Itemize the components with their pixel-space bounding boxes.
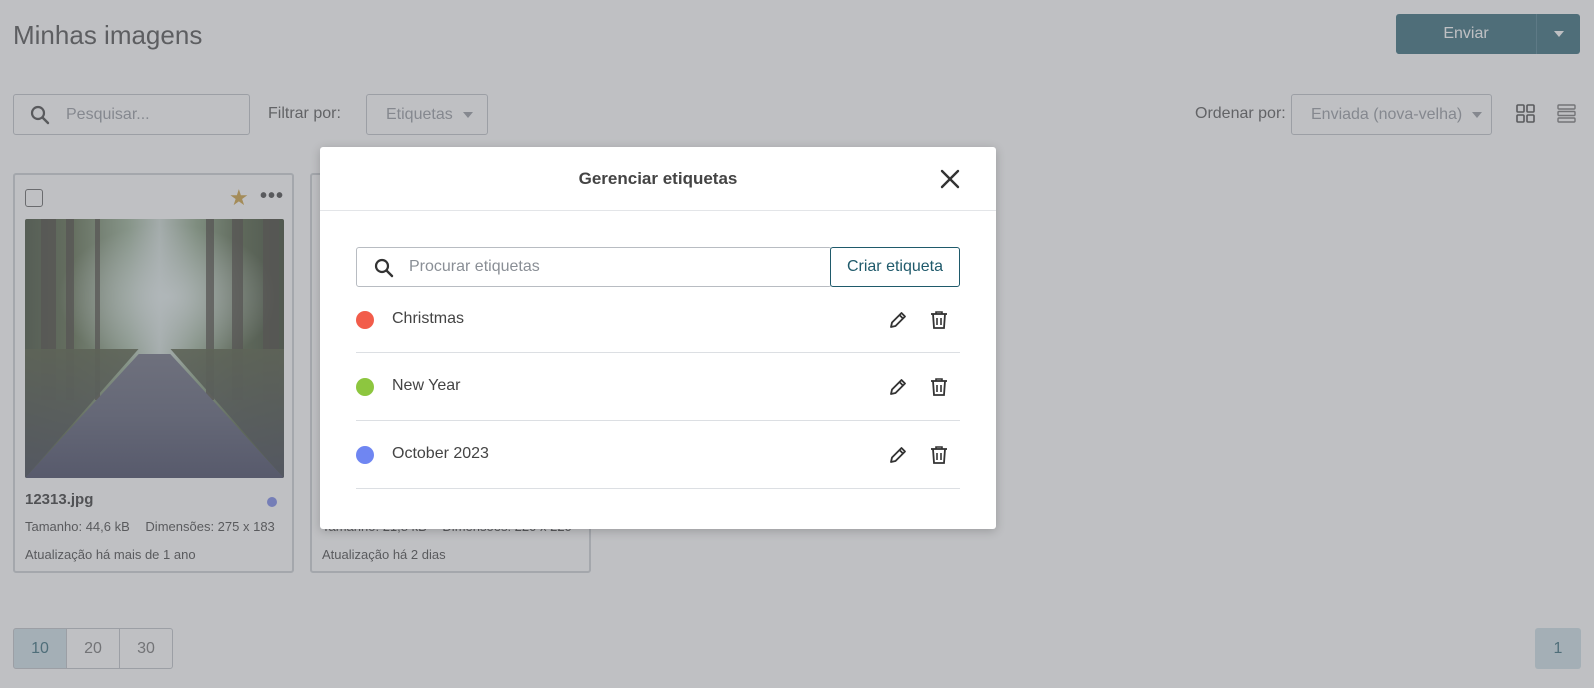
tag-row: October 2023: [356, 421, 960, 489]
tag-search: [356, 247, 832, 287]
tag-row: New Year: [356, 353, 960, 421]
trash-icon[interactable]: [930, 445, 948, 465]
tag-name: New Year: [392, 377, 461, 394]
tag-list: Christmas New Year October 2023: [356, 295, 960, 489]
tag-color-dot: [356, 446, 374, 464]
tag-search-input[interactable]: [409, 248, 819, 286]
close-icon[interactable]: [936, 165, 964, 193]
pencil-icon[interactable]: [888, 310, 908, 330]
manage-tags-modal: Gerenciar etiquetas Criar etiqueta Chris…: [320, 147, 996, 529]
search-icon: [374, 258, 394, 283]
tag-name: Christmas: [392, 310, 465, 327]
tag-color-dot: [356, 311, 374, 329]
modal-header: Gerenciar etiquetas: [320, 147, 996, 211]
pencil-icon[interactable]: [888, 377, 908, 397]
tag-color-dot: [356, 378, 374, 396]
create-tag-button[interactable]: Criar etiqueta: [830, 247, 960, 287]
tag-row: Christmas: [356, 295, 960, 353]
pencil-icon[interactable]: [888, 445, 908, 465]
trash-icon[interactable]: [930, 377, 948, 397]
tag-name: October 2023: [392, 445, 489, 462]
trash-icon[interactable]: [930, 310, 948, 330]
modal-title: Gerenciar etiquetas: [578, 169, 738, 188]
